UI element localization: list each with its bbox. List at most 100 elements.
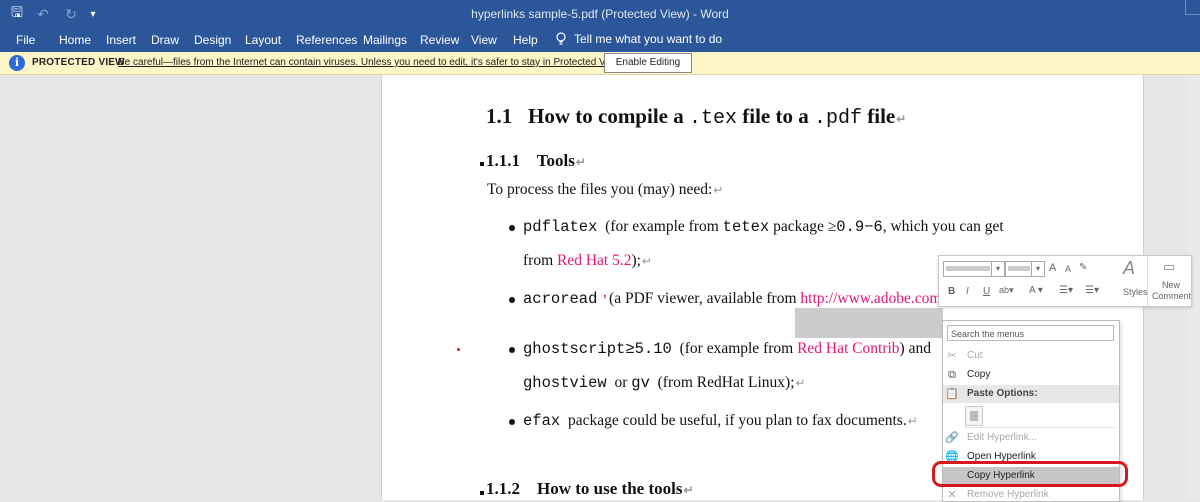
body-text: (for example from bbox=[605, 218, 719, 235]
ribbon-tabs: File Home Insert Draw Design Layout Refe… bbox=[0, 28, 1200, 52]
comment-icon[interactable]: ▭ bbox=[1163, 259, 1175, 275]
lightbulb-icon bbox=[556, 32, 566, 45]
heading-number: 1.1 bbox=[486, 104, 513, 128]
tab-file[interactable]: File bbox=[16, 33, 35, 47]
protected-view-message[interactable]: Be careful—files from the Internet can c… bbox=[118, 57, 623, 68]
font-size-box[interactable]: ▾ bbox=[1005, 261, 1045, 277]
bold-button[interactable]: B bbox=[948, 286, 955, 297]
chevron-down-icon[interactable]: ▾ bbox=[1031, 262, 1044, 276]
intro-text: To process the files you (may) need: bbox=[487, 181, 713, 198]
bullets-icon[interactable]: ☰▾ bbox=[1059, 285, 1073, 296]
selection-highlight bbox=[795, 308, 943, 338]
italic-button[interactable]: I bbox=[966, 286, 969, 297]
menu-item-paste-options: 📋 Paste Options: bbox=[943, 385, 1119, 403]
code-text: efax bbox=[523, 412, 561, 430]
heading-number: 1.1.2 bbox=[486, 479, 520, 498]
list-item: acroread (a PDF viewer, available from h… bbox=[523, 290, 946, 308]
new-comment-label[interactable]: New bbox=[1162, 280, 1180, 290]
window-title: hyperlinks sample-5.pdf (Protected View)… bbox=[471, 7, 729, 21]
menu-item-edit-hyperlink: 🔗 Edit Hyperlink... bbox=[943, 429, 1119, 447]
menu-item-label: Remove Hyperlink bbox=[967, 489, 1049, 500]
revision-mark bbox=[457, 348, 460, 351]
heading-collapse-marker[interactable] bbox=[480, 162, 484, 166]
format-painter-icon[interactable]: ✎ bbox=[1079, 262, 1087, 273]
body-text: ); bbox=[631, 252, 641, 269]
tab-insert[interactable]: Insert bbox=[106, 33, 136, 47]
list-bullet bbox=[509, 225, 515, 231]
body-text: from bbox=[523, 252, 554, 269]
body-text: or bbox=[614, 374, 628, 391]
paragraph-mark: ↵ bbox=[713, 183, 724, 197]
tab-review[interactable]: Review bbox=[420, 33, 459, 47]
code-text: 0.9−6 bbox=[836, 218, 883, 236]
mini-toolbar: ▾ ▾ A A ✎ A Styles ▭ New Comment B I U a… bbox=[938, 255, 1192, 307]
tab-help[interactable]: Help bbox=[513, 33, 538, 47]
list-item: ghostscript≥5.10 (for example from Red H… bbox=[523, 340, 931, 358]
body-text: package ≥ bbox=[773, 218, 837, 235]
styles-button-label[interactable]: Styles bbox=[1123, 287, 1148, 297]
intro-paragraph: To process the files you (may) need:↵ bbox=[487, 181, 723, 199]
tab-design[interactable]: Design bbox=[194, 33, 231, 47]
hyperlink-adobe[interactable]: http://www.adobe.com/ bbox=[800, 290, 945, 307]
heading-code: .tex bbox=[688, 107, 737, 130]
list-item: pdflatex (for example from tetex package… bbox=[523, 218, 1004, 236]
heading-text: Tools bbox=[536, 151, 575, 170]
menu-item-label: Edit Hyperlink... bbox=[967, 432, 1038, 443]
clipboard-icon: 📋 bbox=[945, 388, 959, 400]
font-name-box[interactable]: ▾ bbox=[943, 261, 1005, 277]
search-menus-input[interactable]: Search the menus bbox=[947, 325, 1114, 341]
protected-view-title: PROTECTED VIEW bbox=[32, 57, 125, 68]
code-text: ghostscript≥5.10 bbox=[523, 340, 672, 358]
chevron-down-icon[interactable]: ▾ bbox=[991, 262, 1004, 276]
grow-font-button[interactable]: A bbox=[1049, 262, 1056, 274]
body-text: ) and bbox=[899, 340, 931, 357]
menu-item-label: Paste Options: bbox=[967, 388, 1038, 399]
tab-view[interactable]: View bbox=[471, 33, 497, 47]
heading-collapse-marker[interactable] bbox=[480, 491, 484, 495]
list-bullet bbox=[509, 419, 515, 425]
underline-button[interactable]: U bbox=[983, 286, 990, 297]
annotation-callout bbox=[932, 461, 1128, 487]
tab-home[interactable]: Home bbox=[59, 33, 91, 47]
heading-text: How to compile a bbox=[528, 104, 684, 128]
paragraph-mark: ↵ bbox=[896, 112, 907, 126]
styles-icon[interactable]: A bbox=[1123, 258, 1135, 279]
tell-me-label: Tell me what you want to do bbox=[574, 32, 723, 46]
title-bar: 🖫 ↶ ↻ ▾ hyperlinks sample-5.pdf (Protect… bbox=[0, 0, 1200, 28]
highlight-icon[interactable]: ab▾ bbox=[999, 285, 1014, 296]
tab-mailings[interactable]: Mailings bbox=[363, 33, 407, 47]
scissors-icon: ✂ bbox=[947, 350, 957, 362]
shrink-font-button[interactable]: A bbox=[1065, 264, 1071, 274]
new-comment-label[interactable]: Comment bbox=[1152, 291, 1191, 301]
paragraph-mark: ↵ bbox=[641, 254, 653, 268]
heading-1-1-2: 1.1.2 How to use the tools↵ bbox=[486, 479, 694, 499]
body-text: package could be useful, if you plan to … bbox=[567, 412, 907, 429]
menu-item-copy[interactable]: ⧉ Copy bbox=[943, 366, 1119, 384]
heading-1-1: 1.1 How to compile a .tex file to a .pdf… bbox=[486, 104, 906, 130]
enable-editing-button[interactable]: Enable Editing bbox=[604, 53, 692, 73]
heading-number: 1.1.1 bbox=[486, 151, 520, 170]
body-text: (from RedHat Linux); bbox=[657, 374, 795, 391]
tab-draw[interactable]: Draw bbox=[151, 33, 179, 47]
info-shield-icon: i bbox=[9, 55, 25, 71]
protected-view-bar: i PROTECTED VIEW Be careful—files from t… bbox=[0, 52, 1200, 75]
hyperlink-red-hat-contrib[interactable]: Red Hat Contrib bbox=[797, 340, 899, 357]
code-text: gv bbox=[631, 374, 650, 392]
numbering-icon[interactable]: ☰▾ bbox=[1085, 285, 1099, 296]
tab-references[interactable]: References bbox=[296, 33, 357, 47]
font-color-icon[interactable]: A ▾ bbox=[1029, 285, 1043, 296]
list-bullet bbox=[509, 297, 515, 303]
heading-code: .pdf bbox=[813, 107, 862, 130]
copy-icon: ⧉ bbox=[948, 369, 956, 381]
tell-me-box[interactable]: Tell me what you want to do bbox=[556, 32, 722, 46]
heading-text: How to use the tools bbox=[537, 479, 683, 498]
code-text: acroread bbox=[523, 290, 598, 308]
heading-text: file to a bbox=[742, 104, 809, 128]
tab-layout[interactable]: Layout bbox=[245, 33, 281, 47]
list-item-continuation: from Red Hat 5.2);↵ bbox=[523, 252, 652, 270]
ribbon-display-options-icon[interactable] bbox=[1185, 0, 1200, 15]
paste-keep-text-only-icon bbox=[965, 406, 983, 426]
list-item: efax package could be useful, if you pla… bbox=[523, 412, 918, 430]
hyperlink-red-hat[interactable]: Red Hat 5.2 bbox=[557, 252, 631, 269]
paragraph-mark: ↵ bbox=[683, 483, 694, 497]
